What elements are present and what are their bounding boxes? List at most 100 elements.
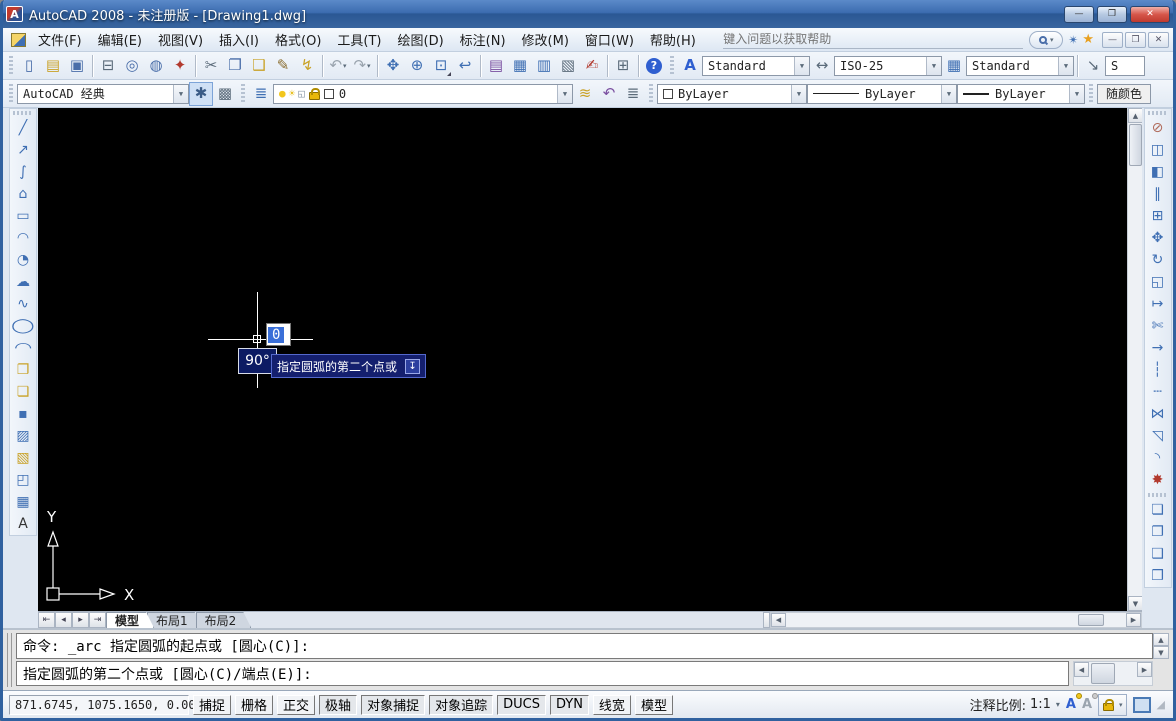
dim-style-button[interactable]: ↔	[810, 54, 834, 78]
array-button[interactable]: ⊞	[1145, 205, 1171, 227]
toolbar-grip[interactable]	[649, 84, 653, 104]
move-button[interactable]: ✥	[1145, 227, 1171, 249]
down-arrow-icon[interactable]: ↧	[405, 359, 420, 374]
chevron-down-icon[interactable]: ▾	[1056, 700, 1060, 709]
sheetset-manager-button[interactable]: ▧	[556, 54, 580, 78]
insert-block-button[interactable]: ❐	[10, 359, 36, 381]
communication-center-icon[interactable]: ✴	[1068, 33, 1078, 47]
chamfer-button[interactable]: ◹	[1145, 425, 1171, 447]
layer-freeze-sun-icon[interactable]: ☀	[289, 87, 296, 100]
command-history[interactable]: 命令: _arc 指定圆弧的起点或 [圆心(C)]:	[16, 633, 1153, 659]
layer-lock-icon[interactable]	[309, 92, 320, 100]
pan-button[interactable]: ✥	[381, 54, 405, 78]
offset-button[interactable]: ∥	[1145, 183, 1171, 205]
rectangle-button[interactable]: ▭	[10, 205, 36, 227]
break-button[interactable]: ┄	[1145, 381, 1171, 403]
tab-layout2[interactable]: 布局2	[196, 612, 252, 628]
join-button[interactable]: ⋈	[1145, 403, 1171, 425]
chevron-down-icon[interactable]: ▼	[173, 85, 188, 103]
multileader-style-button[interactable]: ↘	[1081, 54, 1105, 78]
designcenter-button[interactable]: ▦	[508, 54, 532, 78]
scrollbar-track[interactable]	[786, 613, 1126, 627]
extend-button[interactable]: →	[1145, 337, 1171, 359]
annotation-scale-control[interactable]: 注释比例: 1:1 ▾	[970, 695, 1060, 714]
maximize-icon[interactable]: ❐	[1097, 6, 1127, 23]
toggle-ortho[interactable]: 正交	[277, 695, 315, 715]
toolbar-grip[interactable]	[9, 84, 13, 104]
zoom-previous-button[interactable]: ↩	[453, 54, 477, 78]
properties-button[interactable]: ▤	[484, 54, 508, 78]
toolbar-lock-button[interactable]: ▾	[1098, 694, 1127, 716]
text-style-select[interactable]: Standard ▼	[702, 56, 810, 76]
scale-button[interactable]: ◱	[1145, 271, 1171, 293]
block-editor-button[interactable]: ↯	[295, 54, 319, 78]
point-button[interactable]: ▪	[10, 403, 36, 425]
close-icon[interactable]: ✕	[1130, 6, 1170, 23]
scroll-right-icon[interactable]: ▶	[1126, 613, 1141, 627]
menu-item-3[interactable]: 插入(I)	[211, 27, 267, 52]
3d-dwf-button[interactable]: ✦	[168, 54, 192, 78]
toggle-osnap[interactable]: 对象捕捉	[361, 695, 425, 715]
markup-set-manager-button[interactable]: ✍	[580, 54, 604, 78]
make-object-layer-current-button[interactable]: ≋	[573, 82, 597, 106]
toolbar-grip[interactable]	[241, 84, 245, 104]
chevron-down-icon[interactable]: ▼	[941, 85, 956, 103]
search-button[interactable]: ▾	[1029, 31, 1063, 49]
copy-clip-button[interactable]: ❐	[223, 54, 247, 78]
chevron-down-icon[interactable]: ▼	[1069, 85, 1084, 103]
toggle-polar[interactable]: 极轴	[319, 695, 357, 715]
favorites-star-icon[interactable]: ★	[1082, 32, 1094, 47]
zoom-window-button[interactable]: ⊡	[429, 54, 453, 78]
toolbar-grip[interactable]	[9, 56, 13, 76]
drawing-file-icon[interactable]	[11, 33, 26, 47]
ellipse-arc-button[interactable]: ◠	[10, 337, 36, 359]
stretch-button[interactable]: ↦	[1145, 293, 1171, 315]
table-style-select[interactable]: Standard ▼	[966, 56, 1074, 76]
zoom-realtime-button[interactable]: ⊕	[405, 54, 429, 78]
doc-close-icon[interactable]: ✕	[1148, 32, 1169, 48]
plot-preview-button[interactable]: ◎	[120, 54, 144, 78]
erase-button[interactable]: ⊘	[1145, 117, 1171, 139]
canvas-vertical-scrollbar[interactable]: ▲ ▼	[1127, 108, 1142, 611]
toolbar-grip[interactable]	[1089, 84, 1093, 104]
send-under-objects-button[interactable]: ❒	[1145, 565, 1171, 587]
arc-button[interactable]: ◠	[10, 227, 36, 249]
doc-restore-icon[interactable]: ❐	[1125, 32, 1146, 48]
last-tab-button[interactable]: ⇥	[89, 612, 106, 628]
linetype-select[interactable]: ByLayer ▼	[807, 84, 957, 104]
menu-item-6[interactable]: 绘图(D)	[390, 27, 452, 52]
match-properties-button[interactable]: ✎	[271, 54, 295, 78]
hatch-button[interactable]: ▨	[10, 425, 36, 447]
first-tab-button[interactable]: ⇤	[38, 612, 55, 628]
scroll-up-icon[interactable]: ▲	[1128, 108, 1143, 123]
dropdown-arrow-icon[interactable]: ▾	[367, 62, 371, 70]
chevron-down-icon[interactable]: ▼	[557, 85, 572, 103]
toolbar-grip[interactable]	[1148, 493, 1168, 497]
menu-item-8[interactable]: 修改(M)	[514, 27, 577, 52]
revcloud-button[interactable]: ☁	[10, 271, 36, 293]
annotation-visibility-icon[interactable]: A	[1066, 697, 1076, 712]
layer-color-swatch[interactable]	[324, 89, 334, 99]
command-horizontal-scrollbar[interactable]: ◀ ▶	[1073, 661, 1153, 686]
color-select[interactable]: ByLayer ▼	[657, 84, 807, 104]
send-to-back-button[interactable]: ❐	[1145, 521, 1171, 543]
help-button[interactable]: ?	[642, 54, 666, 78]
menu-item-2[interactable]: 视图(V)	[150, 27, 211, 52]
menu-item-5[interactable]: 工具(T)	[329, 27, 389, 52]
line-button[interactable]: ╱	[10, 117, 36, 139]
copy-button[interactable]: ◫	[1145, 139, 1171, 161]
drawing-canvas[interactable]: 0 90° 指定圆弧的第二个点或 ↧ Y	[38, 108, 1127, 611]
layer-select[interactable]: ● ☀ ◱ 0 ▼	[273, 84, 573, 104]
ellipse-button[interactable]: ◯	[10, 315, 36, 337]
chevron-down-icon[interactable]: ▼	[1058, 57, 1073, 75]
circle-button[interactable]: ◔	[10, 249, 36, 271]
menu-item-10[interactable]: 帮助(H)	[642, 27, 704, 52]
plot-button[interactable]: ⊟	[96, 54, 120, 78]
scrollbar-thumb[interactable]	[1129, 124, 1142, 166]
my-workspace-button[interactable]: ▩	[213, 82, 237, 106]
publish-button[interactable]: ◍	[144, 54, 168, 78]
scrollbar-track[interactable]	[1115, 662, 1137, 685]
trim-button[interactable]: ✄	[1145, 315, 1171, 337]
toolbar-grip[interactable]	[13, 111, 33, 115]
make-block-button[interactable]: ❏	[10, 381, 36, 403]
